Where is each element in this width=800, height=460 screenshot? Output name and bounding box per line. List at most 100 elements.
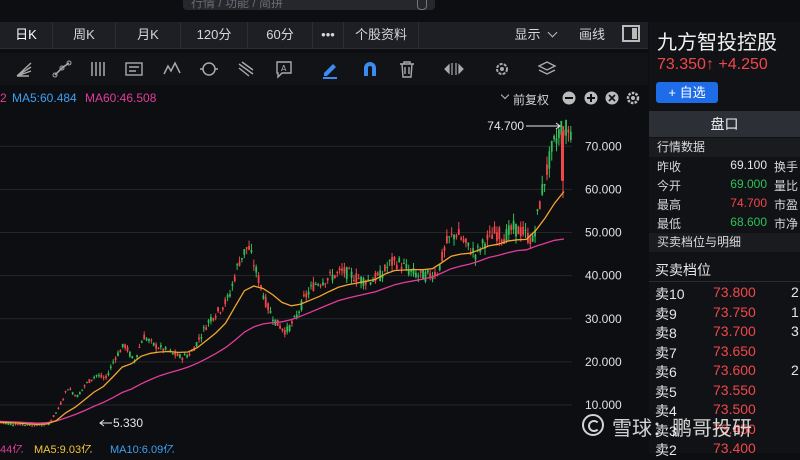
candle-body: [100, 374, 103, 378]
candle-body: [326, 278, 329, 281]
candle-body: [376, 272, 379, 276]
orderbook-row[interactable]: 卖6 73.600 2: [655, 362, 800, 381]
candle-body: [546, 164, 548, 175]
orderbook-price: 73.400: [713, 440, 756, 456]
layout-toggle-icon[interactable]: [622, 25, 640, 42]
trash-icon[interactable]: [397, 59, 417, 79]
candle-body: [460, 237, 463, 240]
candle-body: [457, 229, 460, 235]
stock-name: 九方智投控股: [657, 32, 777, 54]
candle-body: [250, 250, 253, 253]
candle-body: [398, 257, 401, 262]
tab-60min[interactable]: 60分: [248, 22, 313, 48]
candle-body: [245, 247, 248, 249]
chart-controls: [562, 91, 640, 105]
quote-label: 最低: [657, 217, 682, 231]
orderbook-row[interactable]: 卖2 73.400: [655, 440, 800, 459]
layers-icon[interactable]: [537, 59, 557, 79]
y-tick-label: 50.000: [585, 226, 622, 240]
candle-body: [467, 242, 470, 246]
candle-body: [498, 227, 501, 240]
close-icon[interactable]: [605, 91, 619, 105]
orderbook-row[interactable]: 卖7 73.650: [655, 343, 800, 362]
watermark: 雪球：鹏哥投研: [582, 412, 800, 442]
candle-body: [267, 303, 270, 311]
candle-body: [476, 246, 479, 248]
text-box-icon[interactable]: [124, 59, 144, 79]
price-adjust-dropdown[interactable]: 前复权: [513, 91, 549, 108]
add-watchlist-button[interactable]: + 自选: [656, 82, 718, 103]
candle-body: [405, 264, 408, 269]
candle-body: [33, 425, 36, 427]
candle-body: [212, 318, 215, 321]
candle-body: [567, 129, 570, 133]
quote-value: 68.600: [730, 215, 767, 229]
pen-icon[interactable]: [320, 59, 340, 79]
channel-icon[interactable]: [88, 59, 108, 79]
candle-body: [462, 239, 465, 242]
candle-body: [364, 282, 367, 285]
candle-body: [541, 184, 544, 195]
draw-lines-button[interactable]: 画线: [568, 22, 616, 48]
candle-body: [145, 338, 148, 341]
candle-body: [312, 282, 315, 291]
candle-body: [557, 129, 560, 139]
candle-body: [481, 239, 484, 244]
candle-body: [310, 285, 312, 287]
orderbook-row[interactable]: 卖10 73.800 2: [655, 284, 800, 303]
candle-body: [496, 232, 498, 241]
microphone-icon[interactable]: [417, 0, 427, 10]
tab-monthly-k[interactable]: 月K: [116, 22, 181, 48]
tab-weekly-k[interactable]: 周K: [53, 22, 116, 48]
y-tick-label: 40.000: [585, 269, 622, 283]
candle-body: [448, 236, 451, 238]
zoom-out-icon[interactable]: [562, 91, 576, 105]
market-data-header: 行情数据: [649, 138, 800, 157]
tab-stock-profile[interactable]: 个股资料: [344, 22, 419, 48]
candlestick-chart[interactable]: 70.000 60.000 50.000 40.000 30.000 20.000 10.0…: [0, 108, 648, 441]
candle-body: [40, 425, 43, 427]
candle-body: [93, 376, 96, 378]
display-dropdown[interactable]: 显示: [505, 22, 565, 48]
search-input[interactable]: 行情 / 功能 / 简拼: [183, 0, 435, 10]
candle-body: [55, 412, 57, 414]
orderbook-row[interactable]: 卖9 73.750 1: [655, 304, 800, 323]
settings-icon[interactable]: [492, 59, 512, 79]
candle-body: [229, 294, 231, 297]
candle-body: [138, 346, 141, 348]
tab-daily-k[interactable]: 日K: [0, 22, 53, 48]
candle-body: [341, 268, 343, 271]
quote-value: 69.000: [730, 177, 767, 191]
candle-body: [369, 282, 372, 285]
magnet-icon[interactable]: [360, 59, 380, 79]
candle-body: [95, 374, 98, 376]
cycle-icon[interactable]: [199, 59, 219, 79]
move-icon[interactable]: [444, 59, 464, 79]
candle-body: [188, 353, 191, 356]
candle-body: [148, 339, 150, 341]
tab-120min[interactable]: 120分: [181, 22, 248, 48]
candle-body: [114, 357, 117, 360]
more-tabs-button[interactable]: •••: [313, 22, 344, 48]
fibonacci-icon[interactable]: [236, 59, 256, 79]
wave-icon[interactable]: [162, 59, 182, 79]
orderbook-qty: 2: [791, 362, 799, 378]
snowball-logo-icon: [582, 414, 604, 436]
orderbook-row[interactable]: 卖5 73.550: [655, 382, 800, 401]
orderbook-title: 买卖档位: [655, 262, 711, 278]
chevron-down-icon[interactable]: [500, 90, 510, 100]
tab-pankou[interactable]: 盘口: [649, 111, 800, 137]
zoom-in-icon[interactable]: [584, 91, 598, 105]
candle-body: [353, 279, 355, 282]
candle-body: [302, 294, 305, 297]
orderbook-row[interactable]: 卖8 73.700 3: [655, 323, 800, 342]
annotation-icon[interactable]: A: [274, 59, 294, 79]
segment-icon[interactable]: [52, 59, 72, 79]
indicator-cut-label: 2: [0, 91, 7, 105]
fan-lines-icon[interactable]: [14, 59, 34, 79]
orderbook-qty: 1: [791, 303, 799, 320]
gear-icon[interactable]: [626, 91, 640, 105]
candle-body: [231, 283, 234, 286]
candle-body: [419, 270, 422, 273]
candle-body: [331, 274, 334, 281]
